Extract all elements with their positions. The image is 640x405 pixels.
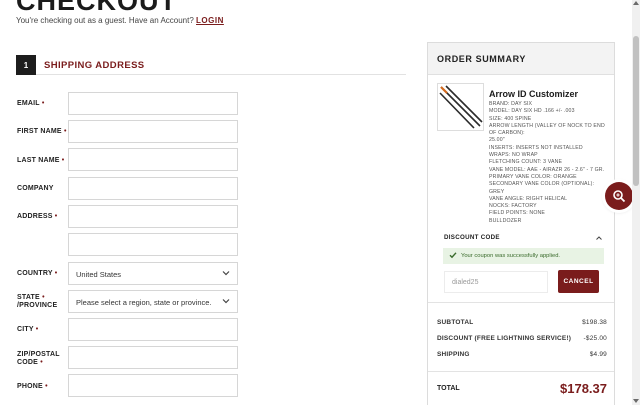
shipping-step-header: 1 SHIPPING ADDRESS <box>16 55 406 75</box>
step-number: 1 <box>16 55 36 75</box>
product-option: ARROW LENGTH (VALLEY OF NOCK TO END OF C… <box>489 122 605 137</box>
arrows-image-icon <box>439 85 483 129</box>
product-option: VANE ANGLE: RIGHT HELICAL <box>489 195 568 202</box>
search-icon <box>613 190 626 203</box>
product-option: FLETCHING COUNT: 3 VANE <box>489 159 563 166</box>
product-options: BRAND: DAY SIX MODEL: DAY SIX HD .166 +/… <box>489 101 605 225</box>
phone-label: PHONE • <box>17 383 48 390</box>
login-link[interactable]: LOGIN <box>196 16 224 25</box>
discount-code-toggle[interactable]: DISCOUNT CODE <box>437 231 609 245</box>
shipping-row: SHIPPING $4.99 <box>437 351 607 358</box>
product-option: SECONDARY VANE COLOR (OPTIONAL): GREY <box>489 181 595 195</box>
shipping-value: $4.99 <box>589 351 607 358</box>
state-selected-value: Please select a region, state or provinc… <box>76 298 212 307</box>
subtotal-row: SUBTOTAL $198.38 <box>437 319 607 326</box>
product-option: VANE MODEL: AAE - AIRAZR 26 - 2.6" - 7 G… <box>489 166 605 173</box>
country-select[interactable]: United States <box>68 262 238 285</box>
guest-notice-text: You're checking out as a guest. Have an … <box>16 16 194 25</box>
subtotal-label: SUBTOTAL <box>437 319 474 326</box>
search-button[interactable] <box>605 182 633 210</box>
product-option: INSERTS: INSERTS NOT INSTALLED <box>489 144 583 151</box>
product-option: PRIMARY VANE COLOR: ORANGE <box>489 173 577 180</box>
cart-item: Arrow ID Customizer BRAND: DAY SIX MODEL… <box>437 83 609 228</box>
company-label: COMPANY <box>17 185 54 192</box>
address-line2-field[interactable] <box>68 233 238 256</box>
last-name-label: LAST NAME • <box>17 157 65 164</box>
total-value: $178.37 <box>560 381 607 396</box>
product-option: 25.00" <box>489 137 505 144</box>
discount-value: -$25.00 <box>583 335 607 342</box>
product-option: SIZE: 400 SPINE <box>489 115 532 122</box>
chevron-down-icon <box>222 271 230 276</box>
city-label: CITY • <box>17 326 39 333</box>
discount-label: DISCOUNT (FREE LIGHTNING SERVICE!) <box>437 335 572 342</box>
shipping-label: SHIPPING <box>437 351 470 358</box>
product-thumbnail <box>437 83 484 131</box>
chevron-down-icon <box>222 299 230 304</box>
company-field[interactable] <box>68 177 238 200</box>
check-icon <box>449 252 457 259</box>
product-option: WRAPS: NO WRAP <box>489 152 538 159</box>
guest-notice: You're checking out as a guest. Have an … <box>16 16 224 25</box>
total-label: TOTAL <box>437 385 460 392</box>
phone-field[interactable] <box>68 374 238 397</box>
product-option: MODEL: DAY SIX HD .166 +/- .003 <box>489 108 575 115</box>
subtotal-value: $198.38 <box>582 319 607 326</box>
step-title: SHIPPING ADDRESS <box>44 60 145 71</box>
last-name-field[interactable] <box>68 148 238 171</box>
product-option: FIELD POINTS: NONE <box>489 210 546 217</box>
city-field[interactable] <box>68 318 238 341</box>
state-label: STATE •/PROVINCE <box>17 294 58 309</box>
zip-field[interactable] <box>68 346 238 369</box>
zip-label: ZIP/POSTAL CODE • <box>17 351 60 366</box>
email-field[interactable] <box>68 92 238 115</box>
coupon-success-text: Your coupon was successfully applied. <box>461 253 561 259</box>
state-select[interactable]: Please select a region, state or provinc… <box>68 290 238 313</box>
product-option: BULLDOZER <box>489 217 522 224</box>
page-title: CHECKOUT <box>16 0 177 16</box>
product-option: BRAND: DAY SIX <box>489 101 533 107</box>
product-option: NOCKS: FACTORY <box>489 203 537 210</box>
cancel-coupon-button[interactable]: CANCEL <box>558 270 599 293</box>
first-name-label: FIRST NAME • <box>17 128 67 135</box>
country-selected-value: United States <box>76 270 122 279</box>
address-label: ADDRESS • <box>17 213 58 220</box>
divider <box>428 302 614 303</box>
discount-code-label: DISCOUNT CODE <box>444 234 500 241</box>
page-scrollbar-thumb[interactable] <box>633 36 639 186</box>
order-summary-title: ORDER SUMMARY <box>428 43 614 75</box>
divider <box>428 371 614 372</box>
scroll-up-arrow-icon[interactable] <box>633 1 639 5</box>
coupon-success-message: Your coupon was successfully applied. <box>443 248 604 264</box>
first-name-field[interactable] <box>68 120 238 143</box>
email-label: EMAIL • <box>17 100 45 107</box>
discount-code-input[interactable]: dialed25 <box>444 271 548 293</box>
order-summary-panel: ORDER SUMMARY Arrow ID Customizer BRAND:… <box>427 42 615 405</box>
scroll-down-arrow-icon[interactable] <box>633 399 639 403</box>
discount-row: DISCOUNT (FREE LIGHTNING SERVICE!) -$25.… <box>437 335 607 342</box>
country-label: COUNTRY • <box>17 270 58 277</box>
product-name: Arrow ID Customizer <box>489 89 579 99</box>
chevron-up-icon <box>596 236 602 240</box>
page-scrollbar[interactable] <box>632 0 640 405</box>
address-field[interactable] <box>68 205 238 228</box>
